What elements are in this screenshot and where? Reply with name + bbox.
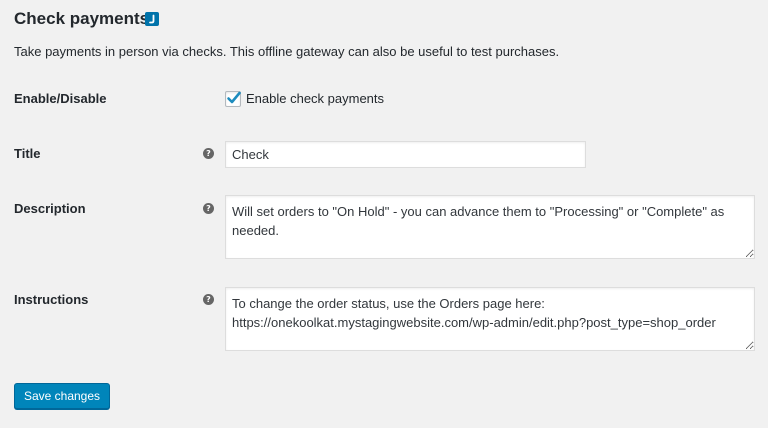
title-label: Title: [14, 146, 41, 161]
instructions-label: Instructions: [14, 292, 89, 307]
external-link-icon[interactable]: [145, 12, 159, 26]
enable-check-payments-checkbox[interactable]: [225, 91, 241, 107]
checkmark-icon: [227, 91, 241, 104]
enable-check-payments-label[interactable]: Enable check payments: [246, 91, 384, 107]
page-title: Check payments: [14, 9, 150, 28]
help-icon[interactable]: ?: [203, 294, 214, 305]
gateway-description: Take payments in person via checks. This…: [14, 44, 560, 59]
description-label: Description: [14, 201, 86, 216]
instructions-textarea[interactable]: [225, 287, 755, 351]
save-changes-button[interactable]: Save changes: [14, 383, 110, 409]
enable-disable-label: Enable/Disable: [14, 91, 107, 106]
help-icon[interactable]: ?: [203, 148, 214, 159]
description-textarea[interactable]: [225, 195, 755, 259]
help-icon[interactable]: ?: [203, 203, 214, 214]
title-input[interactable]: [225, 141, 586, 168]
